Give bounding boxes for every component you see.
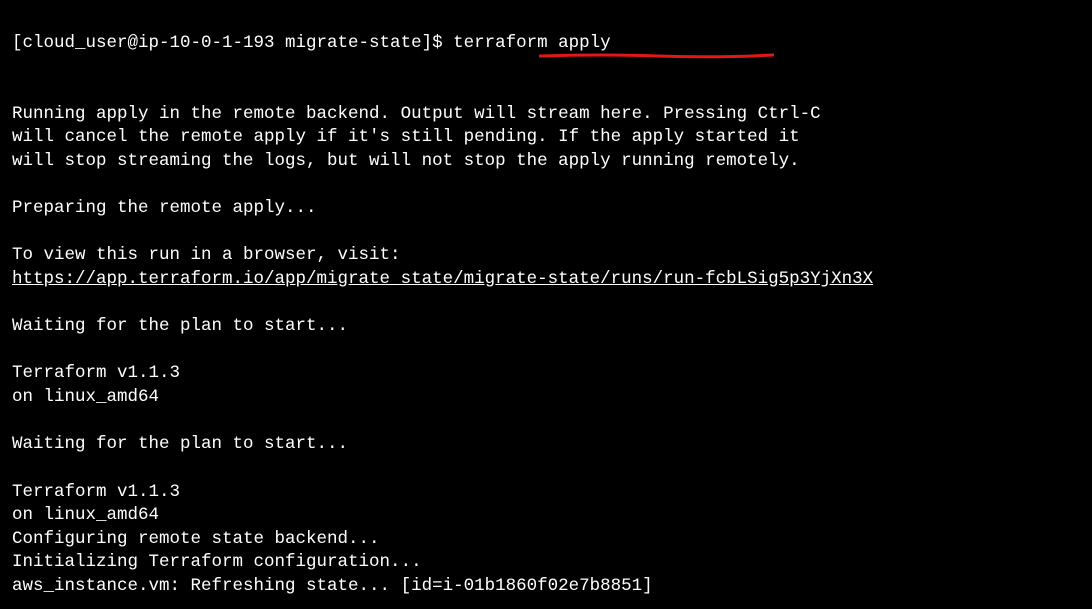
output-line: Configuring remote state backend... [12,529,380,549]
output-line: Initializing Terraform configuration... [12,552,422,572]
output-line: will cancel the remote apply if it's sti… [12,127,800,147]
output-line: Terraform v1.1.3 [12,482,180,502]
output-line: Waiting for the plan to start... [12,316,348,336]
output-line: on linux_amd64 [12,505,159,525]
output-line: aws_instance.vm: Refreshing state... [id… [12,576,653,596]
output-line: Preparing the remote apply... [12,198,317,218]
prompt-line: [cloud_user@ip-10-0-1-193 migrate-state]… [12,32,1080,56]
terminal-output[interactable]: [cloud_user@ip-10-0-1-193 migrate-state]… [0,0,1092,609]
output-line: Terraform v1.1.3 [12,363,180,383]
output-line: To view this run in a browser, visit: [12,245,401,265]
output-line: on linux_amd64 [12,387,159,407]
command-text: terraform apply [453,33,611,53]
shell-prompt: [cloud_user@ip-10-0-1-193 migrate-state]… [12,33,453,53]
red-underline-annotation [539,53,774,59]
run-url-link[interactable]: https://app.terraform.io/app/migrate_sta… [12,269,873,289]
output-line: Waiting for the plan to start... [12,434,348,454]
output-line: will stop streaming the logs, but will n… [12,151,800,171]
output-line: Running apply in the remote backend. Out… [12,104,821,124]
